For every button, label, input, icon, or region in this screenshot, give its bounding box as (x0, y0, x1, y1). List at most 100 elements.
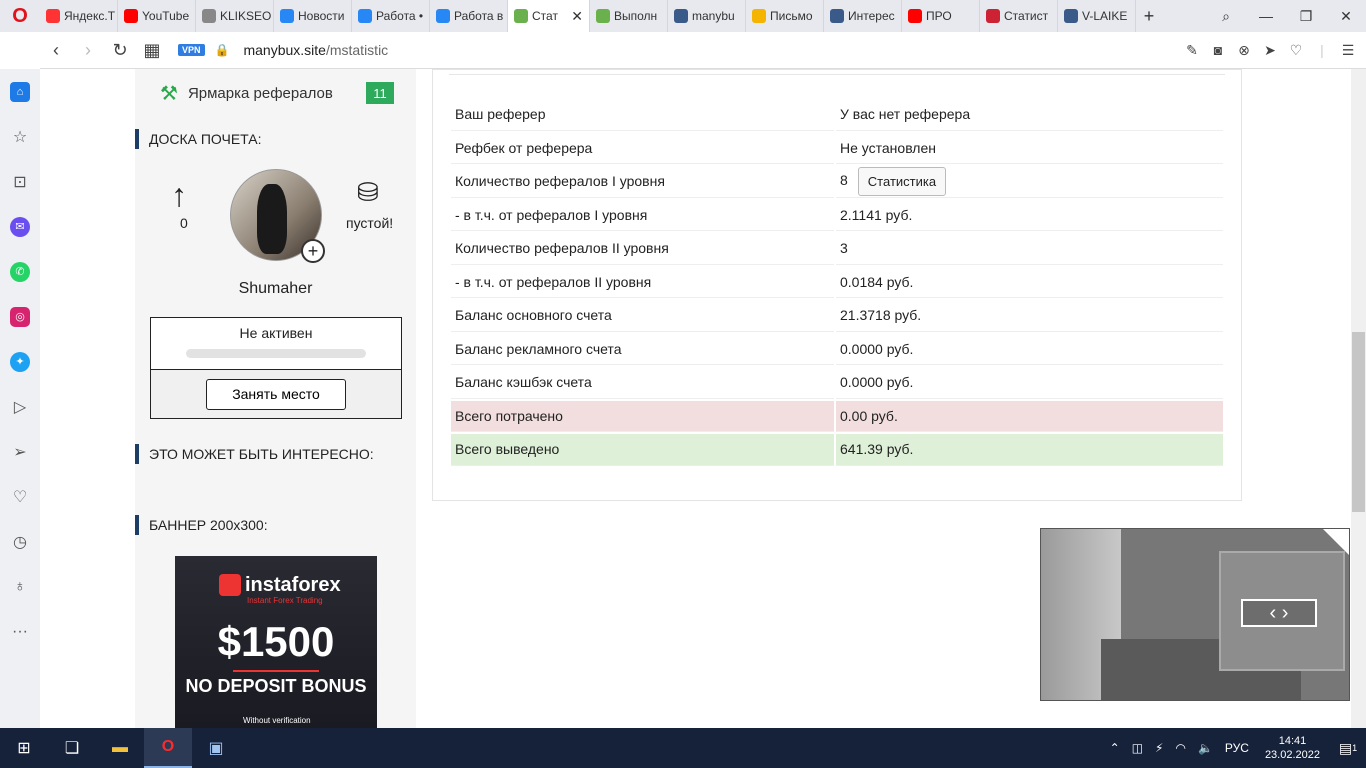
opera-menu-icon[interactable]: O (0, 0, 40, 32)
speed-dial-icon[interactable]: ▦ (136, 40, 168, 61)
flow-icon[interactable]: ➢ (0, 429, 40, 474)
tab-label: Работа в (454, 9, 504, 23)
star-icon[interactable]: ☆ (0, 114, 40, 159)
send-icon[interactable]: ➤ (1260, 42, 1280, 59)
stat-key: Количество рефералов I уровня (451, 166, 834, 198)
banner-brand: instaforex (245, 574, 341, 596)
tips-icon[interactable]: ♁ (0, 564, 40, 609)
search-tabs-icon[interactable]: ⌕ (1206, 0, 1246, 32)
browser-tab[interactable]: Работа в (430, 0, 508, 32)
lock-icon[interactable]: 🔒 (215, 43, 230, 57)
wifi-icon[interactable]: ◠ (1169, 741, 1191, 755)
new-tab-button[interactable]: + (1136, 6, 1162, 27)
chevron-up-icon[interactable]: ⌃ (1104, 741, 1126, 755)
interesting-heading: ЭТО МОЖЕТ БЫТЬ ИНТЕРЕСНО: (135, 444, 374, 464)
tab-favicon-icon (986, 9, 1000, 23)
browser-tab[interactable]: Работа • (352, 0, 430, 32)
banner-bonus: NO DEPOSIT BONUS (185, 676, 367, 696)
stat-key: Баланс рекламного счета (451, 334, 834, 365)
url-field[interactable]: manybux.site/mstatistic (243, 42, 388, 58)
add-icon[interactable]: + (301, 239, 325, 263)
tab-label: YouTube (142, 9, 190, 23)
instaforex-banner[interactable]: instaforex Instant Forex Trading $1500 N… (175, 556, 377, 728)
vpn-badge[interactable]: VPN (178, 44, 205, 56)
edit-icon[interactable]: ✎ (1182, 42, 1202, 59)
forward-button[interactable]: › (72, 40, 104, 61)
reload-button[interactable]: ↻ (104, 40, 136, 61)
browser-tab[interactable]: V-LAIKE (1058, 0, 1136, 32)
pip-corner-icon[interactable] (1323, 529, 1349, 555)
stat-value: Не установлен (840, 139, 936, 156)
stat-value-cell: Не установлен (836, 133, 1223, 164)
wallet-icon[interactable]: ⊡ (0, 159, 40, 204)
picture-in-picture-video[interactable]: ‹ › (1040, 528, 1350, 701)
browser-tab[interactable]: Письмо (746, 0, 824, 32)
browser-tab[interactable]: Стат ✕ (508, 0, 590, 32)
clock[interactable]: 14:41 23.02.2022 (1255, 734, 1330, 762)
table-row: - в т.ч. от рефералов I уровня 2.1141 руб… (451, 200, 1223, 231)
username: Shumaher (238, 280, 313, 297)
messenger-icon[interactable]: ✉ (0, 204, 40, 249)
ref-fair-link[interactable]: ⚒ Ярмарка рефералов (160, 81, 333, 106)
heart-icon[interactable]: ♡ (1286, 42, 1306, 59)
browser-tab[interactable]: Интерес (824, 0, 902, 32)
scrollbar-thumb[interactable] (1352, 332, 1365, 512)
minimize-button[interactable]: — (1246, 0, 1286, 32)
task-view-icon[interactable]: ❏ (48, 728, 96, 768)
instagram-icon[interactable]: ◎ (0, 294, 40, 339)
browser-tab[interactable]: Новости (274, 0, 352, 32)
browser-tab[interactable]: Статист (980, 0, 1058, 32)
power-icon[interactable]: ⚡ (1149, 741, 1169, 755)
url-host: manybux.site (243, 42, 326, 58)
ref-fair-label: Ярмарка рефералов (187, 85, 333, 102)
home-icon[interactable]: ⌂ (0, 69, 40, 114)
stat-value: 8 (840, 171, 848, 188)
stat-value: У вас нет реферера (840, 106, 971, 123)
windows-start-icon[interactable]: ⊞ (0, 728, 48, 768)
clock-time: 14:41 (1278, 735, 1307, 747)
browser-tab[interactable]: manybu (668, 0, 746, 32)
tab-favicon-icon (830, 9, 844, 23)
tab-favicon-icon (908, 9, 922, 23)
banner-heading: БАННЕР 200x300: (135, 515, 268, 535)
more-icon[interactable]: ··· (0, 609, 40, 654)
browser-tab[interactable]: Яндекс.Т (40, 0, 118, 32)
stat-value: 0.0000 руб. (840, 340, 914, 357)
tab-favicon-icon (202, 9, 216, 23)
take-place-button[interactable]: Занять место (206, 378, 346, 410)
stat-key: Баланс основного счета (451, 300, 834, 332)
browser-tab[interactable]: YouTube (118, 0, 196, 32)
close-window-button[interactable]: ✕ (1326, 0, 1366, 32)
browser-tab[interactable]: KLIKSEO (196, 0, 274, 32)
back-button[interactable]: ‹ (40, 40, 72, 61)
meet-icon[interactable]: ◫ (1126, 741, 1149, 755)
adblock-icon[interactable]: ⊗ (1234, 42, 1254, 59)
file-explorer-icon[interactable]: ▬ (96, 728, 144, 768)
statistics-button[interactable]: Статистика (857, 166, 947, 196)
table-row: Баланс рекламного счета 0.0000 руб. (451, 334, 1223, 365)
camera-icon[interactable]: ◙ (1208, 42, 1228, 59)
volume-icon[interactable]: 🔈 (1192, 741, 1219, 755)
stat-value: 0.0184 руб. (840, 273, 914, 290)
notifications-icon[interactable]: ▤ 1 (1330, 740, 1366, 757)
opera-taskbar-icon[interactable]: O (144, 728, 192, 768)
whatsapp-icon[interactable]: ✆ (0, 249, 40, 294)
player-icon[interactable]: ▷ (0, 384, 40, 429)
tab-close-icon[interactable]: ✕ (571, 8, 583, 25)
table-row: Количество рефералов II уровня 3 (451, 233, 1223, 265)
twitter-icon[interactable]: ✦ (0, 339, 40, 384)
browser-tab[interactable]: ПРО (902, 0, 980, 32)
stat-key: Всего выведено (451, 434, 834, 466)
honor-board-heading: ДОСКА ПОЧЕТА: (135, 129, 262, 149)
computer-taskbar-icon[interactable]: ▣ (192, 728, 240, 768)
browser-tab-bar: O Яндекс.Т YouTube KLIKSEO Новости Работа • Р… (0, 0, 1366, 32)
stat-value: 3 (840, 240, 848, 257)
easy-setup-icon[interactable]: ☰ (1338, 42, 1358, 59)
browser-tab[interactable]: Выполн (590, 0, 668, 32)
restore-button[interactable]: ❐ (1286, 0, 1326, 32)
statistics-card: Ваш реферер У вас нет реферера Рефбек от р… (432, 69, 1242, 501)
history-icon[interactable]: ◷ (0, 519, 40, 564)
favorites-icon[interactable]: ♡ (0, 474, 40, 519)
language-indicator[interactable]: РУС (1219, 741, 1255, 755)
stat-key: Всего потрачено (451, 400, 834, 432)
